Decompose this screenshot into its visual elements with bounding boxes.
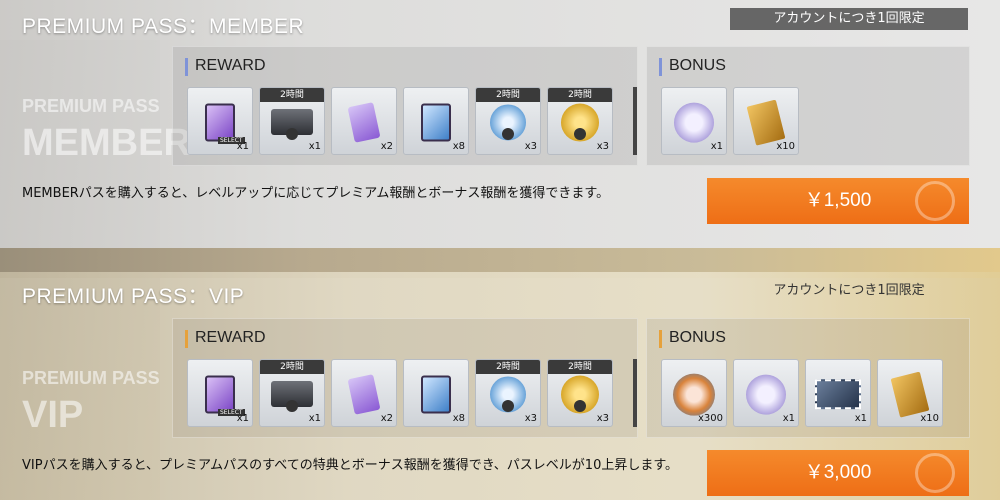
member-description: MEMBERパスを購入すると、レベルアップに応じてプレミアム報酬とボーナス報酬を…	[22, 186, 610, 201]
member-reward-label: REWARD	[185, 57, 266, 76]
check-icon	[915, 181, 955, 221]
item-qty: x300	[697, 413, 723, 424]
item-qty: x1	[782, 413, 795, 424]
vip-reward-label: REWARD	[185, 329, 266, 348]
item-qty: x1	[236, 413, 249, 424]
time-tag: 2時間	[548, 360, 612, 374]
member-limit-badge: アカウントにつき1回限定	[730, 8, 968, 30]
bonus-item[interactable]: x300	[661, 359, 727, 427]
member-pass-title: PREMIUM PASS：MEMBER	[22, 15, 305, 38]
vip-description: VIPパスを購入すると、プレミアムパスのすべての特典とボーナス報酬を獲得でき、パ…	[22, 458, 679, 473]
vip-pass-title: PREMIUM PASS：VIP	[22, 285, 245, 308]
vip-limit-badge: アカウントにつき1回限定	[773, 283, 925, 298]
member-bonus-label: BONUS	[659, 57, 726, 76]
reward-item[interactable]: x8	[403, 87, 469, 155]
member-bonus-box: BONUS x1 x10	[646, 46, 970, 166]
item-qty: x2	[380, 141, 393, 152]
member-price: ￥1,500	[804, 190, 872, 211]
reward-item[interactable]: x8	[403, 359, 469, 427]
item-qty: x1	[236, 141, 249, 152]
check-icon	[915, 453, 955, 493]
timer-icon	[502, 400, 514, 412]
gold-book-icon	[890, 371, 930, 418]
bonus-item[interactable]: x1	[733, 359, 799, 427]
member-buy-button[interactable]: ￥1,500	[707, 178, 969, 224]
timer-icon	[502, 128, 514, 140]
member-watermark-bottom: MEMBER	[22, 122, 191, 164]
member-reward-list: SELECT x1 2時間 x1 x2 x8 2時間 x3 2時間 x3	[187, 87, 613, 155]
time-tag: 2時間	[548, 88, 612, 102]
vip-buy-button[interactable]: ￥3,000	[707, 450, 969, 496]
reward-item[interactable]: 2時間 x3	[475, 87, 541, 155]
item-qty: x1	[308, 141, 321, 152]
pouch-icon	[674, 102, 714, 143]
timer-icon	[574, 400, 586, 412]
vip-bonus-box: BONUS x300 x1 x1 x10	[646, 318, 970, 438]
vip-reward-box: REWARD SELECT x1 2時間 x1 x2 x8 2時間 x3 2時間…	[172, 318, 638, 438]
item-qty: x1	[710, 141, 723, 152]
vip-bonus-label: BONUS	[659, 329, 726, 348]
timer-icon	[574, 128, 586, 140]
reward-item[interactable]: 2時間 x3	[475, 359, 541, 427]
reward-scroll-indicator[interactable]	[633, 359, 637, 427]
reward-item[interactable]: 2時間 x3	[547, 359, 613, 427]
reward-scroll-indicator[interactable]	[633, 87, 637, 155]
item-qty: x3	[596, 141, 609, 152]
purple-card-icon	[205, 103, 235, 142]
timer-icon	[286, 400, 298, 412]
item-qty: x3	[596, 413, 609, 424]
reward-item[interactable]: x2	[331, 87, 397, 155]
item-qty: x8	[452, 413, 465, 424]
blue-card-icon	[421, 375, 451, 414]
purple-ticket-icon	[347, 374, 381, 415]
reward-item[interactable]: 2時間 x3	[547, 87, 613, 155]
reward-item[interactable]: SELECT x1	[187, 87, 253, 155]
time-tag: 2時間	[260, 88, 324, 102]
item-qty: x8	[452, 141, 465, 152]
vip-watermark-bottom: VIP	[22, 394, 84, 436]
member-reward-box: REWARD SELECT x1 2時間 x1 x2 x8 2時間 x3 2時間…	[172, 46, 638, 166]
item-qty: x2	[380, 413, 393, 424]
bonus-item[interactable]: x1	[805, 359, 871, 427]
blue-card-icon	[421, 103, 451, 142]
vip-price: ￥3,000	[804, 462, 872, 483]
bonus-item[interactable]: x10	[733, 87, 799, 155]
time-tag: 2時間	[476, 88, 540, 102]
reward-item[interactable]: x2	[331, 359, 397, 427]
bonus-item[interactable]: x1	[661, 87, 727, 155]
item-qty: x3	[524, 413, 537, 424]
gold-book-icon	[746, 99, 786, 146]
reward-item[interactable]: 2時間 x1	[259, 87, 325, 155]
purple-ticket-icon	[347, 102, 381, 143]
item-qty: x10	[920, 413, 939, 424]
member-bonus-list: x1 x10	[661, 87, 799, 155]
gear-orb-icon	[673, 373, 715, 416]
bonus-item[interactable]: x10	[877, 359, 943, 427]
reward-item[interactable]: 2時間 x1	[259, 359, 325, 427]
time-tag: 2時間	[260, 360, 324, 374]
item-qty: x3	[524, 141, 537, 152]
member-pass-panel: PREMIUM PASS：MEMBER アカウントにつき1回限定 PREMIUM…	[0, 0, 1000, 248]
member-watermark-top: PREMIUM PASS	[22, 96, 160, 116]
vip-watermark-top: PREMIUM PASS	[22, 368, 160, 388]
timer-icon	[286, 128, 298, 140]
purple-card-icon	[205, 375, 235, 414]
pouch-icon	[746, 374, 786, 415]
time-tag: 2時間	[476, 360, 540, 374]
reward-item[interactable]: SELECT x1	[187, 359, 253, 427]
item-qty: x10	[776, 141, 795, 152]
vip-reward-list: SELECT x1 2時間 x1 x2 x8 2時間 x3 2時間 x3	[187, 359, 613, 427]
film-icon	[815, 379, 861, 410]
vip-bonus-list: x300 x1 x1 x10	[661, 359, 943, 427]
item-qty: x1	[308, 413, 321, 424]
vip-pass-panel: PREMIUM PASS：VIP アカウントにつき1回限定 PREMIUM PA…	[0, 272, 1000, 500]
item-qty: x1	[854, 413, 867, 424]
